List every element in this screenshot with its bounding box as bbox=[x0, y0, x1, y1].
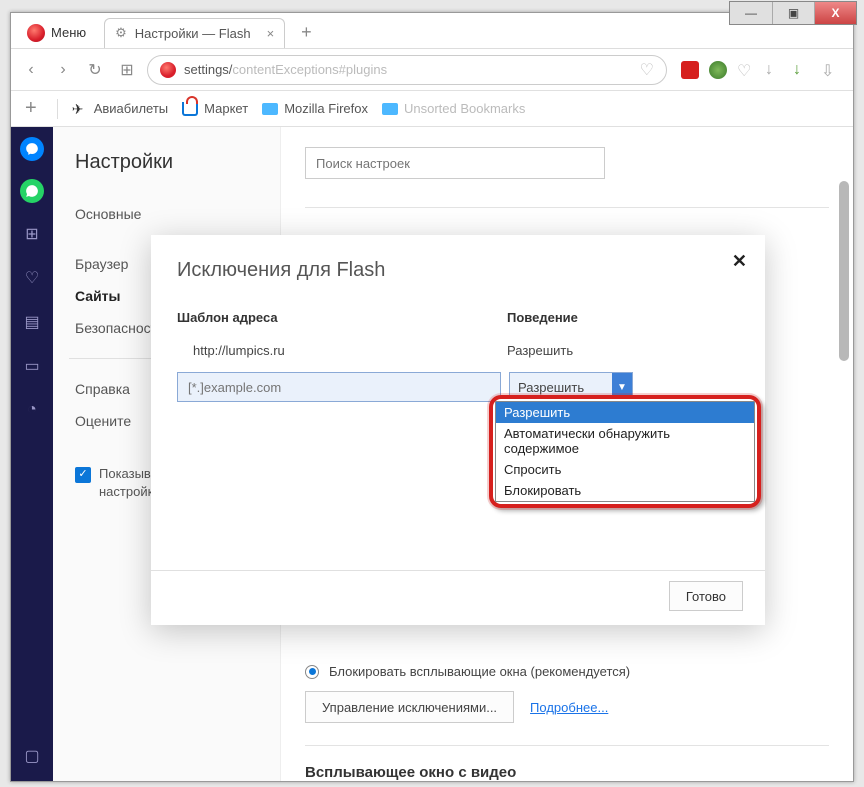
divider bbox=[151, 570, 765, 571]
bookmark-folder-unsorted[interactable]: Unsorted Bookmarks bbox=[382, 101, 525, 116]
exception-url: http://lumpics.ru bbox=[177, 343, 507, 358]
downloads-icon[interactable]: ⇩ bbox=[821, 61, 839, 79]
search-settings-input[interactable] bbox=[305, 147, 605, 179]
dropdown-option-ask[interactable]: Спросить bbox=[496, 459, 754, 480]
bookmark-heart-icon[interactable]: ♡ bbox=[640, 60, 654, 80]
speed-dial-button[interactable]: ⊞ bbox=[115, 58, 139, 82]
extension-icons: ♡ ↓ ↓ ⇩ bbox=[675, 61, 845, 79]
bookmark-label: Авиабилеты bbox=[94, 101, 168, 116]
scrollbar-thumb[interactable] bbox=[839, 181, 849, 361]
history-icon[interactable]: ◔ bbox=[19, 397, 45, 423]
folder-icon bbox=[382, 103, 398, 115]
whatsapp-icon[interactable] bbox=[20, 179, 44, 203]
address-bar: ‹ › ↻ ⊞ settings/contentExceptions#plugi… bbox=[11, 49, 853, 91]
scrollbar-track[interactable] bbox=[837, 127, 851, 781]
download-icon-1[interactable]: ↓ bbox=[765, 61, 783, 79]
gear-icon: ⚙ bbox=[115, 25, 127, 41]
modal-title: Исключения для Flash bbox=[177, 259, 739, 282]
favorites-icon[interactable]: ♡ bbox=[19, 265, 45, 291]
dropdown-option-allow[interactable]: Разрешить bbox=[496, 402, 754, 423]
bookmark-label: Маркет bbox=[204, 101, 248, 116]
checkbox-icon: ✓ bbox=[75, 467, 91, 483]
news-icon[interactable]: ▤ bbox=[19, 309, 45, 335]
exception-behavior: Разрешить bbox=[507, 343, 573, 358]
back-button[interactable]: ‹ bbox=[19, 58, 43, 82]
plane-icon bbox=[72, 101, 88, 117]
site-identity-icon bbox=[160, 62, 176, 78]
url-input[interactable]: settings/contentExceptions#plugins ♡ bbox=[147, 55, 667, 85]
shopping-bag-icon bbox=[182, 102, 198, 116]
folder-icon bbox=[262, 103, 278, 115]
settings-title: Настройки bbox=[75, 151, 280, 174]
sidebar-item-basic[interactable]: Основные bbox=[75, 198, 280, 230]
more-link-2[interactable]: Подробнее... bbox=[530, 700, 608, 715]
tab-title: Настройки — Flash bbox=[135, 26, 251, 41]
shield-icon[interactable]: ♡ bbox=[737, 61, 755, 79]
opera-menu-button[interactable]: Меню bbox=[17, 20, 96, 46]
tab-bar: Меню ⚙ Настройки — Flash × + bbox=[11, 13, 853, 49]
dropdown-options-highlight: Разрешить Автоматически обнаружить содер… bbox=[489, 395, 761, 508]
exception-row[interactable]: http://lumpics.ru Разрешить bbox=[177, 343, 739, 358]
maximize-button[interactable]: ▣ bbox=[772, 2, 814, 24]
manage-exceptions-button-2[interactable]: Управление исключениями... bbox=[305, 691, 514, 723]
column-behavior-header: Поведение bbox=[507, 310, 578, 325]
url-text: settings/contentExceptions#plugins bbox=[184, 62, 632, 77]
column-pattern-header: Шаблон адреса bbox=[177, 310, 507, 325]
reload-button[interactable]: ↻ bbox=[83, 58, 107, 82]
popup-video-section-title: Всплывающее окно с видео bbox=[305, 764, 829, 781]
close-tab-icon[interactable]: × bbox=[267, 26, 275, 41]
bookmark-market[interactable]: Маркет bbox=[182, 101, 248, 116]
menu-label: Меню bbox=[51, 25, 86, 40]
block-popups-radio[interactable] bbox=[305, 665, 319, 679]
bookmark-folder-firefox[interactable]: Mozilla Firefox bbox=[262, 101, 368, 116]
done-button[interactable]: Готово bbox=[669, 581, 743, 611]
bookmarks-bar: + Авиабилеты Маркет Mozilla Firefox Unso… bbox=[11, 91, 853, 127]
sidebar-item-help[interactable]: Справка bbox=[75, 373, 155, 405]
select-value: Разрешить bbox=[518, 380, 584, 395]
forward-button[interactable]: › bbox=[51, 58, 75, 82]
tab-settings-flash[interactable]: ⚙ Настройки — Flash × bbox=[104, 18, 285, 48]
bookmark-label: Unsorted Bookmarks bbox=[404, 101, 525, 116]
dropdown-option-auto-detect[interactable]: Автоматически обнаружить содержимое bbox=[496, 423, 754, 459]
opera-logo-icon bbox=[27, 24, 45, 42]
minimize-button[interactable]: — bbox=[730, 2, 772, 24]
new-tab-button[interactable]: + bbox=[293, 22, 320, 43]
modal-close-button[interactable]: ✕ bbox=[732, 251, 747, 272]
dropdown-option-block[interactable]: Блокировать bbox=[496, 480, 754, 501]
left-rail: ⊞ ♡ ▤ ▭ ◔ ▢ bbox=[11, 127, 53, 781]
pattern-input[interactable] bbox=[177, 372, 501, 402]
speed-dial-icon[interactable]: ⊞ bbox=[19, 221, 45, 247]
window-controls: — ▣ X bbox=[729, 1, 857, 25]
close-window-button[interactable]: X bbox=[814, 2, 856, 24]
messenger-icon[interactable] bbox=[20, 137, 44, 161]
globe-icon[interactable] bbox=[709, 61, 727, 79]
bookmark-aviatickets[interactable]: Авиабилеты bbox=[72, 101, 168, 117]
bookmark-label: Mozilla Firefox bbox=[284, 101, 368, 116]
adblock-icon[interactable] bbox=[681, 61, 699, 79]
sidebar-item-security[interactable]: Безопасность bbox=[75, 312, 155, 344]
sidebar-toggle-icon[interactable]: ▢ bbox=[19, 743, 45, 769]
download-icon-2[interactable]: ↓ bbox=[793, 61, 811, 79]
add-bookmark-button[interactable]: + bbox=[19, 97, 43, 120]
block-popups-label: Блокировать всплывающие окна (рекомендуе… bbox=[329, 664, 630, 679]
bookmarks-rail-icon[interactable]: ▭ bbox=[19, 353, 45, 379]
behavior-dropdown-list: Разрешить Автоматически обнаружить содер… bbox=[495, 401, 755, 502]
separator bbox=[57, 99, 58, 119]
sidebar-item-rate[interactable]: Оцените bbox=[75, 405, 155, 437]
